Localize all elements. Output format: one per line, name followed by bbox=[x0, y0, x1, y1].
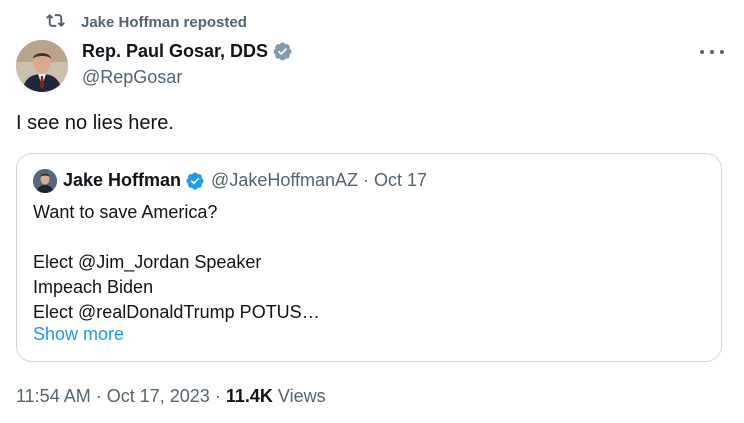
quoted-date[interactable]: Oct 17 bbox=[374, 170, 427, 191]
repost-indicator[interactable]: Jake Hoffman reposted bbox=[46, 11, 247, 35]
quoted-line: Impeach Biden bbox=[33, 277, 154, 297]
quoted-line: Elect @Jim_Jordan Speaker bbox=[33, 252, 262, 272]
quoted-header: Jake Hoffman @JakeHoffmanAZ · Oct 17 bbox=[63, 170, 427, 191]
quoted-author-name[interactable]: Jake Hoffman bbox=[63, 170, 181, 191]
repost-icon bbox=[46, 11, 65, 35]
tweet-text: I see no lies here. bbox=[16, 112, 174, 134]
quoted-tweet-card[interactable]: Jake Hoffman @JakeHoffmanAZ · Oct 17 Wan… bbox=[16, 153, 722, 362]
more-options-icon[interactable] bbox=[700, 42, 724, 62]
repost-label: Jake Hoffman reposted bbox=[81, 14, 247, 31]
quoted-separator: · bbox=[363, 170, 370, 190]
quoted-author-handle[interactable]: @JakeHoffmanAZ bbox=[211, 170, 358, 191]
show-more-link[interactable]: Show more bbox=[33, 324, 124, 345]
author-handle[interactable]: @RepGosar bbox=[82, 67, 182, 88]
meta-separator: · bbox=[214, 386, 221, 406]
quoted-line bbox=[33, 225, 320, 250]
meta-separator: · bbox=[95, 386, 102, 406]
tweet-meta: 11:54 AM · Oct 17, 2023 · 11.4K Views bbox=[16, 386, 326, 407]
quoted-author-avatar[interactable] bbox=[33, 169, 57, 193]
views-label: Views bbox=[277, 386, 326, 406]
author-avatar[interactable] bbox=[16, 40, 68, 92]
quoted-line: Elect @realDonaldTrump POTUS… bbox=[33, 302, 320, 322]
views-count: 11.4K bbox=[225, 386, 273, 406]
author-display-name[interactable]: Rep. Paul Gosar, DDS bbox=[82, 41, 268, 62]
tweet-date[interactable]: Oct 17, 2023 bbox=[107, 386, 210, 406]
verified-badge-icon[interactable] bbox=[272, 41, 293, 62]
tweet-time[interactable]: 11:54 AM bbox=[16, 386, 91, 406]
quoted-line: Want to save America? bbox=[33, 202, 218, 222]
verified-badge-icon[interactable] bbox=[185, 171, 205, 191]
quoted-text: Want to save America? Elect @Jim_Jordan … bbox=[33, 200, 320, 325]
author-name-row[interactable]: Rep. Paul Gosar, DDS bbox=[82, 41, 293, 62]
